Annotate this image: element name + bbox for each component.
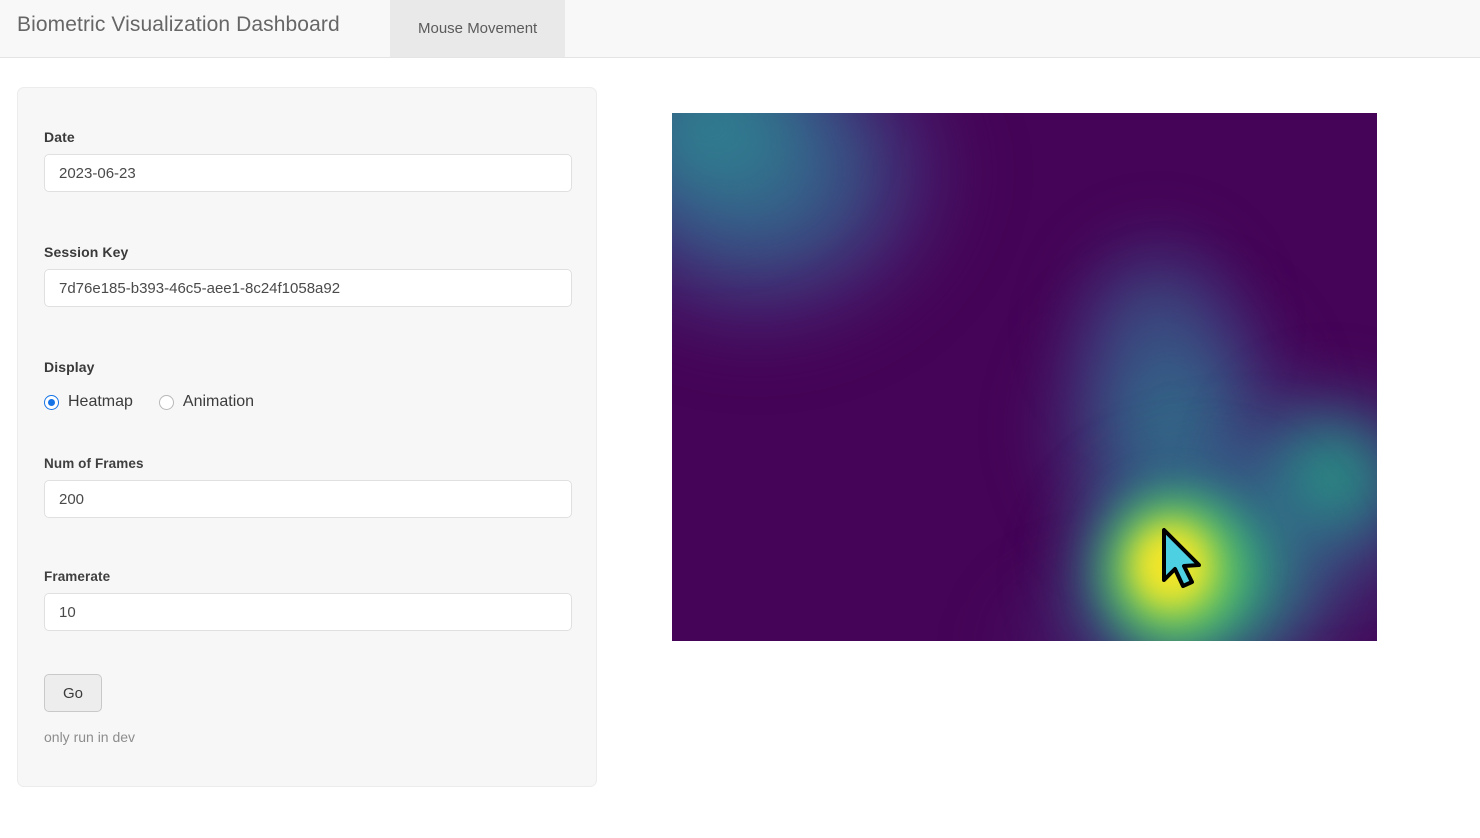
tab-label: Mouse Movement	[418, 20, 538, 37]
framerate-input[interactable]	[44, 593, 572, 631]
radio-label-animation: Animation	[182, 393, 255, 410]
date-input[interactable]	[44, 154, 572, 192]
dev-note: only run in dev	[44, 729, 136, 745]
radio-option-animation[interactable]: Animation	[158, 393, 255, 411]
radio-label-heatmap: Heatmap	[68, 393, 133, 410]
field-group-num-of-frames: Num of Frames	[44, 456, 572, 518]
radio-unselected-icon	[158, 394, 174, 410]
heatmap-canvas	[672, 113, 1377, 641]
tab-mouse-movement[interactable]: Mouse Movement	[390, 0, 566, 57]
framerate-label: Framerate	[44, 569, 111, 584]
display-radio-group: Heatmap Animation	[44, 393, 572, 411]
radio-option-heatmap[interactable]: Heatmap	[44, 393, 133, 411]
session-key-input[interactable]	[44, 269, 572, 307]
field-group-session-key: Session Key	[44, 244, 572, 307]
date-label: Date	[44, 129, 75, 145]
page-title: Biometric Visualization Dashboard	[17, 13, 340, 36]
field-group-date: Date	[44, 129, 572, 192]
num-of-frames-label: Num of Frames	[44, 456, 144, 471]
field-group-display: Display Heatmap Animation	[44, 359, 572, 411]
heat-blob-hotspot-peak	[1127, 518, 1213, 610]
session-key-label: Session Key	[44, 244, 129, 260]
app-header: Biometric Visualization Dashboard Mouse …	[0, 0, 1480, 58]
field-group-framerate: Framerate	[44, 569, 572, 631]
go-button[interactable]: Go	[44, 674, 102, 712]
control-panel: Date Session Key Display Heatmap Animati…	[17, 87, 597, 787]
display-label: Display	[44, 359, 95, 375]
radio-selected-icon	[44, 394, 59, 410]
num-of-frames-input[interactable]	[44, 480, 572, 518]
mouse-movement-visualization	[672, 113, 1377, 641]
tab-strip: Mouse Movement	[390, 0, 566, 57]
